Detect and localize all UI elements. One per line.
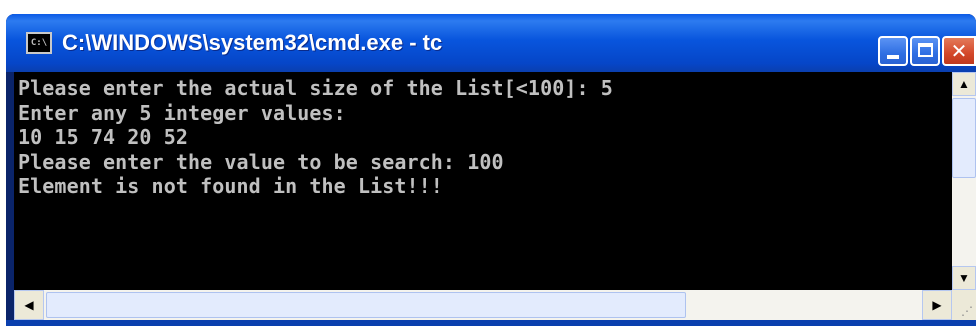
console-icon[interactable]: C:\	[26, 32, 52, 54]
window-title: C:\WINDOWS\system32\cmd.exe - tc	[62, 30, 443, 55]
arrow-down-icon: ▼	[958, 271, 970, 285]
scroll-left-button[interactable]: ◀	[14, 290, 44, 320]
minimize-button[interactable]	[878, 36, 908, 66]
vertical-scrollbar[interactable]: ▲ ▼	[952, 72, 976, 290]
resize-grip-icon: ⋰	[961, 304, 973, 318]
title-bar[interactable]: C:\ C:\WINDOWS\system32\cmd.exe - tc ✕	[6, 14, 976, 72]
console-window: C:\ C:\WINDOWS\system32\cmd.exe - tc ✕ P…	[6, 14, 976, 326]
vertical-scroll-thumb[interactable]	[952, 98, 976, 178]
horizontal-scrollbar[interactable]: ◀ ▶	[14, 290, 952, 320]
maximize-button[interactable]	[910, 36, 940, 66]
arrow-right-icon: ▶	[932, 298, 942, 312]
close-icon: ✕	[950, 39, 968, 63]
minimize-icon	[887, 55, 899, 59]
close-button[interactable]: ✕	[942, 36, 976, 66]
console-line: 10 15 74 20 52	[18, 125, 188, 149]
console-output[interactable]: Please enter the actual size of the List…	[14, 72, 952, 290]
horizontal-scroll-thumb[interactable]	[46, 292, 686, 318]
console-line: Element is not found in the List!!!	[18, 174, 443, 198]
maximize-icon	[918, 43, 933, 57]
scroll-up-button[interactable]: ▲	[952, 72, 976, 96]
scroll-down-button[interactable]: ▼	[952, 266, 976, 290]
scroll-right-button[interactable]: ▶	[922, 290, 952, 320]
resize-grip[interactable]: ⋰	[952, 290, 976, 320]
console-line: Enter any 5 integer values:	[18, 100, 346, 125]
arrow-up-icon: ▲	[958, 77, 970, 91]
arrow-left-icon: ◀	[24, 298, 34, 312]
window-bottom-border	[6, 320, 976, 326]
console-line: Please enter the value to be search: 100	[18, 149, 504, 174]
console-line: Please enter the actual size of the List…	[18, 76, 613, 100]
